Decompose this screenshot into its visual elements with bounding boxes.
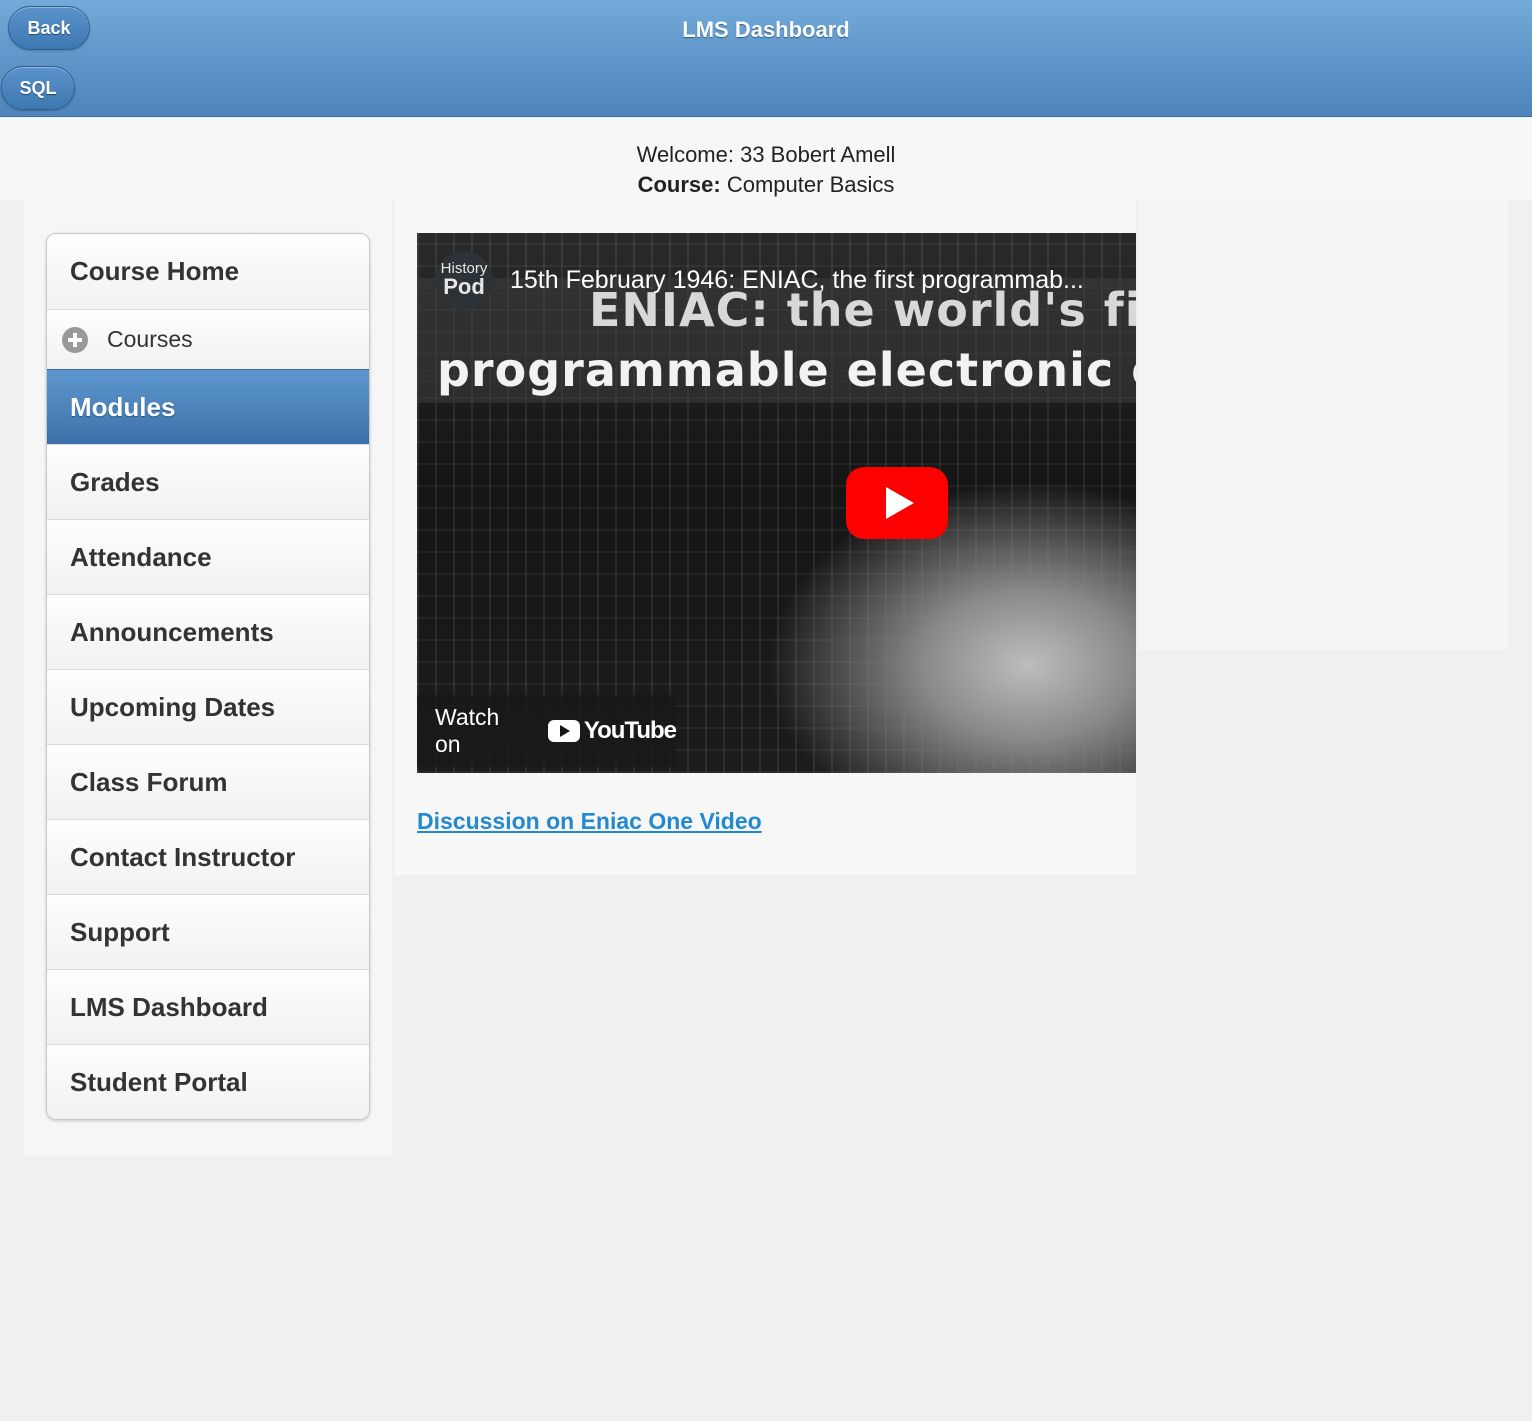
youtube-wordmark: YouTube [583,717,677,744]
nav-attendance[interactable]: Attendance [47,519,369,594]
course-line: Course: Computer Basics [0,170,1532,200]
welcome-block: Welcome: 33 Bobert Amell Course: Compute… [0,140,1532,200]
nav-grades[interactable]: Grades [47,444,369,519]
nav-lms-dashboard[interactable]: LMS Dashboard [47,969,369,1044]
channel-avatar[interactable]: History Pod [435,251,493,309]
channel-logo-text: Pod [443,274,485,299]
nav-label: Contact Instructor [70,841,296,872]
nav-label: Class Forum [70,766,228,797]
sql-button[interactable]: SQL [1,66,75,110]
play-icon [886,487,914,519]
nav-label: Course Home [70,256,240,286]
youtube-logo: YouTube [547,717,677,745]
discussion-link[interactable]: Discussion on Eniac One Video [417,808,762,835]
nav-label: Student Portal [70,1066,248,1097]
plus-circle-icon [62,326,88,353]
page-title: LMS Dashboard [682,17,850,42]
nav-upcoming-dates[interactable]: Upcoming Dates [47,669,369,744]
nav-modules[interactable]: Modules [47,369,369,444]
nav-label: LMS Dashboard [70,991,268,1022]
video-title[interactable]: 15th February 1946: ENIAC, the first pro… [510,266,1110,295]
nav-label: Attendance [70,541,212,572]
play-button[interactable] [846,467,948,539]
watch-on-label: Watch on [435,704,500,757]
nav-student-portal[interactable]: Student Portal [47,1044,369,1119]
nav-label: Announcements [70,616,274,647]
watch-on-youtube-button[interactable]: Watch on YouTube [417,695,677,767]
nav-label: Courses [107,326,193,352]
youtube-icon [547,720,580,742]
course-label: Course: [637,172,721,197]
nav-course-home[interactable]: Course Home [47,234,369,309]
nav-label: Modules [70,391,176,422]
nav-contact-instructor[interactable]: Contact Instructor [47,819,369,894]
video-player[interactable]: ENIAC: the world's fir programmable elec… [417,233,1136,773]
sidebar-nav: Course Home Courses Modules Grades Atten… [46,233,370,1120]
nav-announcements[interactable]: Announcements [47,594,369,669]
app-header: Back LMS Dashboard SQL [0,0,1532,117]
nav-courses[interactable]: Courses [47,309,369,369]
course-name: Computer Basics [726,172,895,197]
right-panel [1138,200,1508,650]
nav-label: Upcoming Dates [70,691,276,722]
welcome-text: Welcome: 33 Bobert Amell [636,142,896,167]
nav-label: Grades [70,466,160,497]
nav-class-forum[interactable]: Class Forum [47,744,369,819]
video-overlay-text: programmable electronic c [437,343,1136,397]
nav-support[interactable]: Support [47,894,369,969]
nav-label: Support [70,916,170,947]
